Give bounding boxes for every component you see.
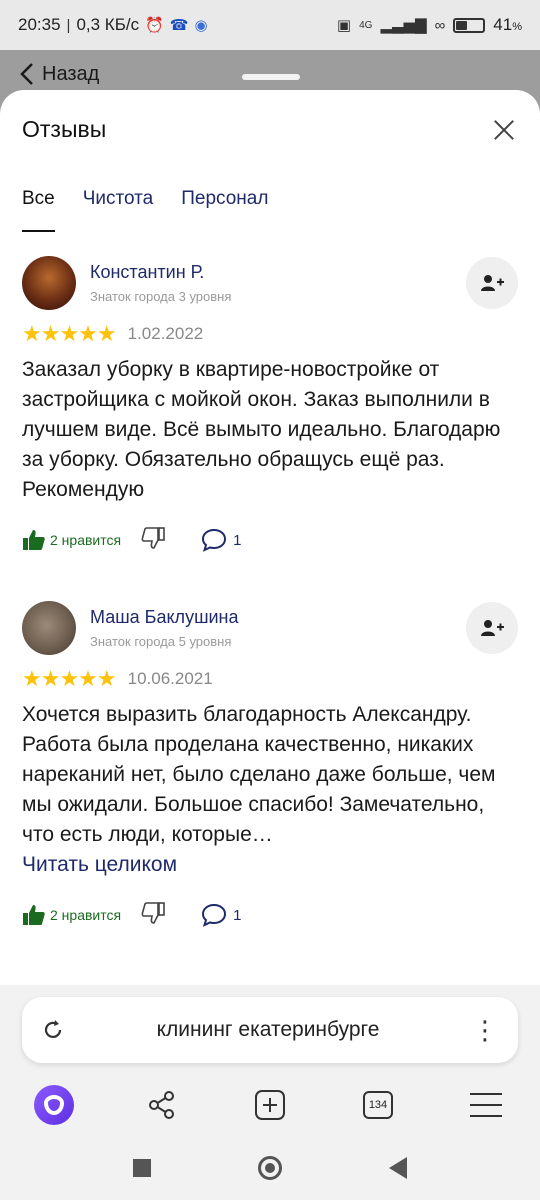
- rating-stars: ★★★★★: [22, 666, 117, 691]
- like-button[interactable]: 2 нравится: [22, 903, 121, 927]
- app-notification-icon: ◉: [194, 17, 208, 34]
- phone-icon: ☎: [169, 17, 189, 34]
- alarm-icon: ⏰: [145, 17, 164, 34]
- comment-icon: [202, 903, 227, 927]
- hotspot-icon: ∞: [434, 16, 446, 34]
- comment-count: 1: [233, 906, 242, 924]
- battery-icon: [453, 17, 486, 33]
- author-name[interactable]: Константин Р.: [90, 262, 231, 283]
- address-bar-area: клининг екатеринбурге ⋮: [0, 985, 540, 1075]
- menu-button[interactable]: [464, 1083, 508, 1127]
- tabs-button[interactable]: 134: [356, 1083, 400, 1127]
- chevron-left-icon: [20, 63, 33, 85]
- thumbs-up-icon: [23, 530, 45, 550]
- rating-stars: ★★★★★: [22, 321, 117, 346]
- share-button[interactable]: [140, 1083, 184, 1127]
- dislike-button[interactable]: [141, 901, 165, 930]
- signal-icon: ▂▃▅▇: [380, 17, 427, 34]
- home-icon[interactable]: [257, 1155, 282, 1180]
- avatar[interactable]: [22, 601, 76, 655]
- avatar[interactable]: [22, 256, 76, 310]
- more-vertical-icon[interactable]: ⋮: [472, 1015, 498, 1046]
- subscribe-button[interactable]: [466, 602, 518, 654]
- comment-icon: [202, 528, 227, 552]
- like-count: 2 нравится: [50, 532, 122, 548]
- close-icon[interactable]: [490, 116, 518, 144]
- thumbs-up-icon: [23, 905, 45, 925]
- thumbs-down-icon: [141, 901, 165, 924]
- recents-icon[interactable]: [133, 1158, 152, 1177]
- author-name[interactable]: Маша Баклушина: [90, 607, 239, 628]
- system-navigation: [0, 1135, 540, 1200]
- battery-percent: 41: [493, 15, 513, 34]
- tab-all[interactable]: Все: [22, 188, 55, 232]
- battery-unit: %: [512, 21, 522, 33]
- like-count: 2 нравится: [50, 907, 122, 923]
- thumbs-down-icon: [141, 526, 165, 549]
- status-net-speed: 0,3 КБ/с: [76, 15, 140, 34]
- review-item: Маша Баклушина Знаток города 5 уровня ★★…: [22, 598, 518, 930]
- review-tabs: Все Чистота Персонал: [22, 188, 268, 232]
- review-item: Константин Р. Знаток города 3 уровня ★★★…: [22, 253, 518, 555]
- add-user-icon: [481, 620, 504, 636]
- review-date: 1.02.2022: [127, 324, 204, 343]
- author-level: Знаток города 5 уровня: [90, 634, 232, 649]
- comment-count: 1: [233, 531, 242, 549]
- sheet-title: Отзывы: [22, 116, 107, 142]
- back-button[interactable]: Назад: [20, 62, 99, 86]
- tab-staff[interactable]: Персонал: [181, 188, 268, 232]
- browser-toolbar: 134: [0, 1075, 540, 1135]
- tab-cleanliness[interactable]: Чистота: [83, 188, 153, 232]
- address-query[interactable]: клининг екатеринбурге: [64, 1018, 472, 1042]
- status-bar: 20:35 | 0,3 КБ/с ⏰ ☎ ◉ ▣ 4G ▂▃▅▇ ∞ 41%: [0, 0, 540, 50]
- author-level: Знаток города 3 уровня: [90, 289, 232, 304]
- alice-icon: [34, 1085, 74, 1125]
- sheet-header: Отзывы: [22, 116, 518, 146]
- network-badge: 4G: [359, 19, 373, 31]
- back-triangle-icon[interactable]: [388, 1156, 407, 1179]
- share-icon: [149, 1091, 174, 1119]
- add-user-icon: [481, 275, 504, 291]
- address-bar[interactable]: клининг екатеринбурге ⋮: [22, 997, 518, 1063]
- subscribe-button[interactable]: [466, 257, 518, 309]
- new-tab-button[interactable]: [248, 1083, 292, 1127]
- plus-icon: [255, 1090, 285, 1120]
- back-label: Назад: [42, 62, 100, 85]
- vibrate-icon: ▣: [336, 17, 352, 34]
- review-text: Заказал уборку в квартире-новостройке от…: [22, 358, 501, 501]
- comments-button[interactable]: 1: [201, 528, 241, 552]
- read-more-link[interactable]: Читать целиком: [22, 850, 518, 880]
- review-text: Хочется выразить благодарность Александр…: [22, 703, 496, 846]
- tabs-count: 134: [363, 1091, 393, 1119]
- alice-button[interactable]: [32, 1083, 76, 1127]
- review-date: 10.06.2021: [127, 669, 213, 688]
- reload-icon[interactable]: [42, 1019, 64, 1041]
- sheet-drag-handle[interactable]: [242, 74, 300, 80]
- hamburger-icon: [470, 1093, 502, 1117]
- dislike-button[interactable]: [141, 526, 165, 555]
- reviews-sheet: Отзывы Все Чистота Персонал Константин Р…: [0, 90, 540, 990]
- like-button[interactable]: 2 нравится: [22, 528, 121, 552]
- comments-button[interactable]: 1: [201, 903, 241, 927]
- status-time: 20:35: [18, 15, 61, 34]
